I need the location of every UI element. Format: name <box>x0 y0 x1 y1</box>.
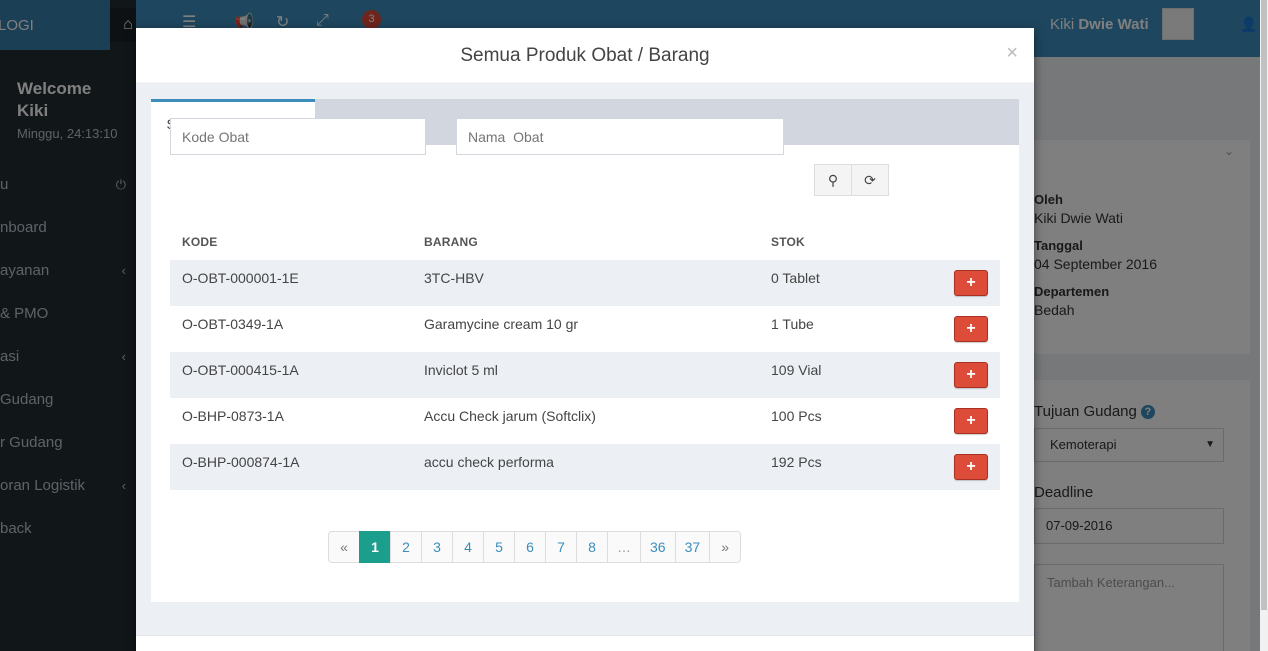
close-icon[interactable]: × <box>1006 42 1018 64</box>
cell-kode: O-OBT-000415-1A <box>170 352 412 398</box>
tab-box: Silahkan Pilih Barang ⚲ ⟳ KODE BARANG ST… <box>151 99 1019 602</box>
cell-kode: O-OBT-0349-1A <box>182 316 284 332</box>
cell-barang: Inviclot 5 ml <box>412 352 759 398</box>
cell-barang: 3TC-HBV <box>412 260 759 306</box>
pagination-page[interactable]: 3 <box>421 531 453 563</box>
cell-barang: Garamycine cream 10 gr <box>424 316 579 332</box>
nama-obat-input[interactable] <box>456 118 784 155</box>
pagination-page[interactable]: 5 <box>483 531 515 563</box>
pagination-page[interactable]: 6 <box>514 531 546 563</box>
table-header: KODE BARANG STOK <box>170 224 1000 260</box>
page-scrollbar[interactable] <box>1260 0 1268 651</box>
search-button-group: ⚲ ⟳ <box>814 164 889 196</box>
add-item-button[interactable]: + <box>954 362 988 388</box>
table-row[interactable]: O-OBT-000415-1A Inviclot 5 ml 109 Vial + <box>170 352 1000 398</box>
refresh-icon: ⟳ <box>864 172 876 188</box>
pagination-ellipsis[interactable]: … <box>607 531 641 563</box>
pagination-page[interactable]: 8 <box>576 531 608 563</box>
col-stok: STOK <box>771 235 805 249</box>
add-item-button[interactable]: + <box>954 454 988 480</box>
table-row[interactable]: O-BHP-0873-1A Accu Check jarum (Softclix)… <box>170 398 1000 444</box>
cell-stok: 192 Pcs <box>759 444 919 490</box>
table-row[interactable]: O-OBT-0349-1A Garamycine cream 10 gr 1 Tub… <box>170 306 1000 352</box>
pagination-page[interactable]: 7 <box>545 531 577 563</box>
modal-body: Silahkan Pilih Barang ⚲ ⟳ KODE BARANG ST… <box>136 83 1034 635</box>
cell-kode: O-BHP-000874-1A <box>170 444 412 490</box>
product-modal: Semua Produk Obat / Barang × Silahkan Pi… <box>136 28 1034 651</box>
reset-button[interactable]: ⟳ <box>851 164 889 196</box>
cell-action: + <box>919 398 1000 444</box>
modal-footer <box>136 635 1034 651</box>
cell-stok: 109 Vial <box>759 352 919 398</box>
col-barang: BARANG <box>424 235 478 249</box>
add-item-button[interactable]: + <box>954 270 988 296</box>
pagination-page[interactable]: 4 <box>452 531 484 563</box>
pagination-page[interactable]: 36 <box>640 531 676 563</box>
col-action <box>919 224 1000 260</box>
cell-stok: 1 Tube <box>771 316 814 332</box>
pagination-next[interactable]: » <box>709 531 742 563</box>
modal-title: Semua Produk Obat / Barang <box>460 45 710 66</box>
cell-barang: accu check performa <box>412 444 759 490</box>
pagination-page[interactable]: 2 <box>390 531 422 563</box>
cell-action: + <box>919 352 1000 398</box>
table-row[interactable]: O-BHP-000874-1A accu check performa 192 Pc… <box>170 444 1000 490</box>
pagination-prev[interactable]: « <box>328 531 360 563</box>
table-row[interactable]: O-OBT-000001-1E 3TC-HBV 0 Tablet + <box>170 260 1000 306</box>
cell-action: + <box>919 260 1000 306</box>
cell-kode: O-BHP-0873-1A <box>182 408 284 424</box>
search-icon: ⚲ <box>827 172 839 188</box>
cell-stok: 0 Tablet <box>759 260 919 306</box>
pagination-page[interactable]: 37 <box>674 531 711 563</box>
cell-kode: O-OBT-000001-1E <box>170 260 412 306</box>
product-table: KODE BARANG STOK O-OBT-000001-1E 3TC-HBV 0… <box>170 224 1000 490</box>
cell-barang: Accu Check jarum (Softclix) <box>424 408 596 424</box>
modal-header: Semua Produk Obat / Barang × <box>136 28 1034 83</box>
scrollbar-thumb[interactable] <box>1261 0 1267 610</box>
add-item-button[interactable]: + <box>954 408 988 434</box>
pagination: «1 2 3 4 5 6 7 8… 36 37» <box>328 531 742 563</box>
col-kode: KODE <box>182 235 218 249</box>
cell-action: + <box>919 306 1000 352</box>
search-button[interactable]: ⚲ <box>814 164 852 196</box>
kode-obat-input[interactable] <box>170 118 426 155</box>
add-item-button[interactable]: + <box>954 316 988 342</box>
cell-stok: 100 Pcs <box>771 408 822 424</box>
cell-action: + <box>919 444 1000 490</box>
pagination-page[interactable]: 1 <box>359 531 391 563</box>
